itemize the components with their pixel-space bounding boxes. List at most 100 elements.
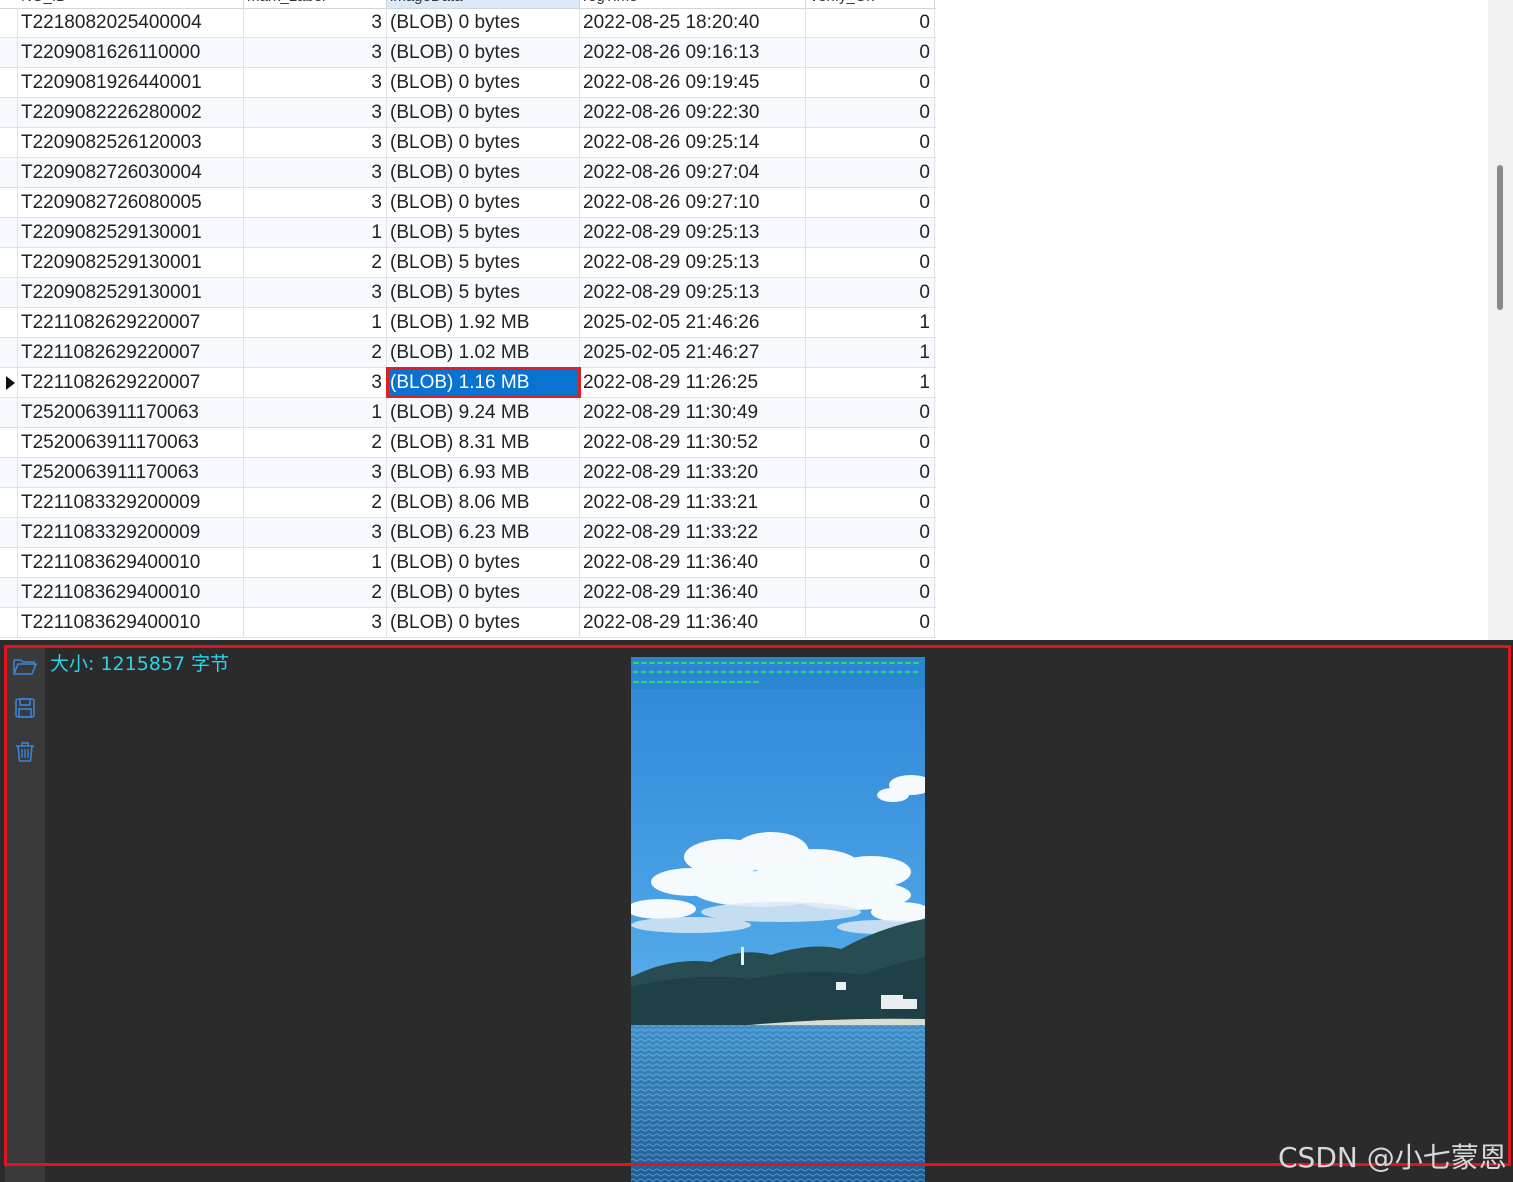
cell-no-id[interactable]: T2209082529130001 [18, 218, 244, 247]
cell-mark-label[interactable]: 3 [244, 188, 387, 217]
cell-image-data[interactable]: (BLOB) 0 bytes [387, 608, 580, 637]
cell-reg-time[interactable]: 2022-08-26 09:16:13 [580, 38, 806, 67]
table-row[interactable]: T2209082226280002 3 (BLOB) 0 bytes 2022-08-… [0, 98, 936, 128]
cell-verify-ok[interactable]: 0 [806, 248, 935, 277]
save-icon[interactable] [11, 694, 39, 722]
cell-mark-label[interactable]: 3 [244, 68, 387, 97]
cell-mark-label[interactable]: 1 [244, 398, 387, 427]
cell-image-data[interactable]: (BLOB) 1.92 MB [387, 308, 580, 337]
row-indicator[interactable] [0, 368, 18, 397]
cell-image-data[interactable]: (BLOB) 6.93 MB [387, 458, 580, 487]
table-row[interactable]: T2209082726030004 3 (BLOB) 0 bytes 2022-08-… [0, 158, 936, 188]
cell-mark-label[interactable]: 2 [244, 248, 387, 277]
table-row[interactable]: T2209081926440001 3 (BLOB) 0 bytes 2022-08-… [0, 68, 936, 98]
cell-verify-ok[interactable]: 0 [806, 578, 935, 607]
cell-image-data[interactable]: (BLOB) 5 bytes [387, 248, 580, 277]
cell-mark-label[interactable]: 3 [244, 458, 387, 487]
cell-image-data[interactable]: (BLOB) 9.24 MB [387, 398, 580, 427]
cell-image-data[interactable]: (BLOB) 5 bytes [387, 218, 580, 247]
table-row[interactable]: T2211082629220007 1 (BLOB) 1.92 MB 2025-02-… [0, 308, 936, 338]
table-row[interactable]: T2209082529130001 1 (BLOB) 5 bytes 2022-08-… [0, 218, 936, 248]
folder-open-icon[interactable] [11, 652, 39, 680]
row-indicator[interactable] [0, 488, 18, 517]
row-indicator[interactable] [0, 38, 18, 67]
cell-image-data[interactable]: (BLOB) 6.23 MB [387, 518, 580, 547]
cell-reg-time[interactable]: 2022-08-29 11:33:21 [580, 488, 806, 517]
cell-reg-time[interactable]: 2022-08-29 11:26:25 [580, 368, 806, 397]
cell-verify-ok[interactable]: 0 [806, 218, 935, 247]
table-row[interactable]: T2211083329200009 3 (BLOB) 6.23 MB 2022-08-… [0, 518, 936, 548]
row-indicator[interactable] [0, 98, 18, 127]
cell-mark-label[interactable]: 3 [244, 38, 387, 67]
cell-mark-label[interactable]: 3 [244, 608, 387, 637]
cell-verify-ok[interactable]: 1 [806, 338, 935, 367]
cell-image-data[interactable]: (BLOB) 1.02 MB [387, 338, 580, 367]
cell-reg-time[interactable]: 2022-08-29 09:25:13 [580, 278, 806, 307]
row-indicator[interactable] [0, 188, 18, 217]
cell-no-id[interactable]: T2211083629400010 [18, 578, 244, 607]
cell-image-data[interactable]: (BLOB) 8.06 MB [387, 488, 580, 517]
cell-verify-ok[interactable]: 0 [806, 158, 935, 187]
cell-verify-ok[interactable]: 0 [806, 68, 935, 97]
cell-mark-label[interactable]: 2 [244, 578, 387, 607]
cell-image-data[interactable]: (BLOB) 8.31 MB [387, 428, 580, 457]
cell-no-id[interactable]: T2209082726030004 [18, 158, 244, 187]
cell-verify-ok[interactable]: 0 [806, 38, 935, 67]
table-row[interactable]: T2209081626110000 3 (BLOB) 0 bytes 2022-08-… [0, 38, 936, 68]
cell-image-data[interactable]: (BLOB) 5 bytes [387, 278, 580, 307]
cell-mark-label[interactable]: 1 [244, 218, 387, 247]
cell-reg-time[interactable]: 2022-08-26 09:25:14 [580, 128, 806, 157]
cell-no-id[interactable]: T2211082629220007 [18, 338, 244, 367]
cell-verify-ok[interactable]: 0 [806, 98, 935, 127]
table-row[interactable]: T2520063911170063 2 (BLOB) 8.31 MB 2022-08-… [0, 428, 936, 458]
cell-mark-label[interactable]: 2 [244, 428, 387, 457]
column-header-image-data[interactable]: imageData [387, 0, 580, 8]
cell-mark-label[interactable]: 3 [244, 518, 387, 547]
cell-no-id[interactable]: T2211083629400010 [18, 548, 244, 577]
row-indicator[interactable] [0, 518, 18, 547]
cell-reg-time[interactable]: 2022-08-25 18:20:40 [580, 8, 806, 37]
cell-no-id[interactable]: T2520063911170063 [18, 428, 244, 457]
table-row[interactable]: T2211083629400010 3 (BLOB) 0 bytes 2022-08-… [0, 608, 936, 638]
row-indicator[interactable] [0, 8, 18, 37]
cell-no-id[interactable]: T2209081926440001 [18, 68, 244, 97]
row-indicator[interactable] [0, 218, 18, 247]
table-row[interactable]: T2211083329200009 2 (BLOB) 8.06 MB 2022-08-… [0, 488, 936, 518]
cell-image-data[interactable]: (BLOB) 0 bytes [387, 578, 580, 607]
cell-no-id[interactable]: T2211083629400010 [18, 608, 244, 637]
row-indicator[interactable] [0, 428, 18, 457]
cell-reg-time[interactable]: 2022-08-29 11:33:20 [580, 458, 806, 487]
table-row[interactable]: T2209082529130001 2 (BLOB) 5 bytes 2022-08-… [0, 248, 936, 278]
cell-no-id[interactable]: T2520063911170063 [18, 398, 244, 427]
cell-image-data[interactable]: (BLOB) 0 bytes [387, 188, 580, 217]
cell-no-id[interactable]: T2209082529130001 [18, 248, 244, 277]
row-indicator[interactable] [0, 248, 18, 277]
cell-no-id[interactable]: T2209081626110000 [18, 38, 244, 67]
table-row[interactable]: T2209082526120003 3 (BLOB) 0 bytes 2022-08-… [0, 128, 936, 158]
cell-image-data[interactable]: (BLOB) 1.16 MB [386, 367, 581, 398]
row-indicator[interactable] [0, 578, 18, 607]
cell-reg-time[interactable]: 2022-08-29 11:36:40 [580, 548, 806, 577]
cell-verify-ok[interactable]: 0 [806, 428, 935, 457]
cell-verify-ok[interactable]: 0 [806, 488, 935, 517]
cell-verify-ok[interactable]: 1 [806, 308, 935, 337]
cell-image-data[interactable]: (BLOB) 0 bytes [387, 128, 580, 157]
cell-image-data[interactable]: (BLOB) 0 bytes [387, 68, 580, 97]
cell-mark-label[interactable]: 3 [244, 98, 387, 127]
table-row[interactable]: T2209082529130001 3 (BLOB) 5 bytes 2022-08-… [0, 278, 936, 308]
cell-image-data[interactable]: (BLOB) 0 bytes [387, 158, 580, 187]
cell-verify-ok[interactable]: 0 [806, 128, 935, 157]
cell-no-id[interactable]: T2218082025400004 [18, 8, 244, 37]
table-row[interactable]: T2211082629220007 3 (BLOB) 1.16 MB 2022-08-… [0, 367, 936, 398]
row-indicator[interactable] [0, 128, 18, 157]
cell-image-data[interactable]: (BLOB) 0 bytes [387, 548, 580, 577]
table-row[interactable]: T2218082025400004 3 (BLOB) 0 bytes 2022-08-… [0, 8, 936, 38]
cell-verify-ok[interactable]: 0 [806, 8, 935, 37]
cell-verify-ok[interactable]: 0 [806, 518, 935, 547]
cell-reg-time[interactable]: 2022-08-26 09:27:04 [580, 158, 806, 187]
row-indicator[interactable] [0, 608, 18, 637]
cell-verify-ok[interactable]: 0 [806, 548, 935, 577]
cell-mark-label[interactable]: 2 [244, 338, 387, 367]
cell-reg-time[interactable]: 2022-08-29 11:33:22 [580, 518, 806, 547]
table-row[interactable]: T2211082629220007 2 (BLOB) 1.02 MB 2025-02-… [0, 338, 936, 368]
